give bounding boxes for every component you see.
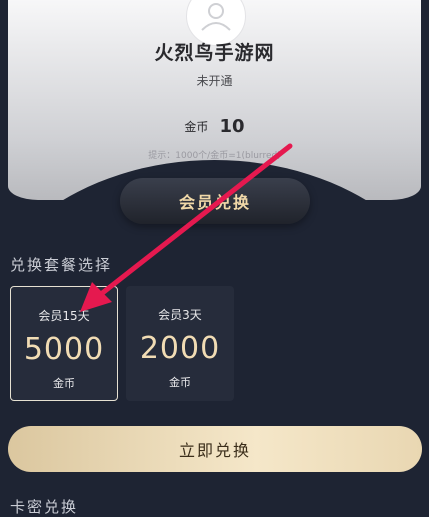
packages-section-title: 兑换套餐选择 — [10, 256, 113, 274]
profile-name: 火烈鸟手游网 — [154, 42, 275, 64]
redeem-now-button[interactable]: 立即兑换 — [8, 426, 422, 472]
package-duration: 会员15天 — [38, 309, 90, 323]
membership-status: 未开通 — [196, 74, 233, 88]
card-redeem-section-title: 卡密兑换 — [10, 498, 79, 516]
user-avatar-icon — [201, 3, 231, 31]
coin-balance: 金币 10 — [0, 116, 429, 137]
package-unit: 金币 — [53, 377, 75, 390]
coin-value: 10 — [219, 116, 245, 137]
package-unit: 金币 — [169, 376, 191, 389]
coin-label: 金币 — [184, 120, 209, 134]
package-card-3-days[interactable]: 会员3天 2000 金币 — [126, 286, 234, 401]
exchange-hint: 提示：1000个/金币=1(blurred) — [148, 151, 281, 161]
package-amount: 2000 — [139, 331, 221, 366]
package-card-15-days[interactable]: 会员15天 5000 金币 — [10, 286, 118, 401]
vip-exchange-button[interactable]: 会员兑换 — [120, 178, 310, 224]
package-amount: 5000 — [23, 332, 105, 367]
package-duration: 会员3天 — [158, 308, 202, 322]
